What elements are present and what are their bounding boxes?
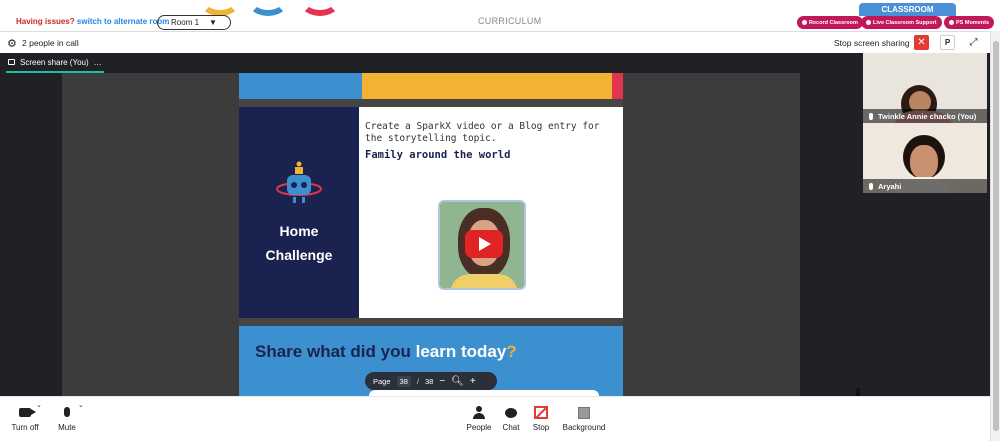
people-icon xyxy=(463,403,495,423)
background-button[interactable]: Background xyxy=(559,397,609,442)
challenge-topic: Family around the world xyxy=(365,149,511,161)
page-separator: / xyxy=(416,376,419,386)
background-icon xyxy=(559,403,609,423)
scrollbar-thumb[interactable] xyxy=(993,41,999,431)
video-thumbnail[interactable] xyxy=(438,200,526,290)
stage-tabstrip: Screen share (You) … xyxy=(0,53,863,73)
alternate-room-link[interactable]: switch to alternate room xyxy=(77,17,169,26)
chevron-down-icon: ▼ xyxy=(209,18,217,27)
record-icon xyxy=(802,20,807,25)
chevron-down-icon[interactable]: ⌄ xyxy=(78,401,84,409)
ps-moments-button[interactable]: PS Moments xyxy=(944,16,995,29)
people-count: 2 people in call xyxy=(22,38,79,48)
p-button[interactable]: P xyxy=(940,35,955,50)
challenge-content: Create a SparkX video or a Blog entry fo… xyxy=(359,107,623,318)
record-classroom-label: Record Classroom xyxy=(809,19,858,26)
people-button[interactable]: People xyxy=(463,397,495,442)
turn-off-label: Turn off xyxy=(11,423,39,432)
participant-tile[interactable]: Twinkle Annie chacko (You) xyxy=(863,53,987,123)
gear-icon[interactable]: ⚙ xyxy=(7,37,17,50)
slide-home-challenge: Home Challenge Create a SparkX video or … xyxy=(239,107,623,318)
moments-icon xyxy=(949,20,954,25)
home-challenge-panel: Home Challenge xyxy=(239,107,359,318)
page-label: Page xyxy=(373,376,391,386)
slide-color-band xyxy=(239,73,362,99)
decorative-arc xyxy=(300,0,340,16)
mic-icon xyxy=(54,403,80,423)
avatar-face xyxy=(910,145,938,179)
stop-label: Stop xyxy=(532,423,550,432)
stop-sharing-close-button[interactable]: ✕ xyxy=(914,35,929,50)
zoom-out-button[interactable]: − xyxy=(439,376,445,387)
ps-moments-label: PS Moments xyxy=(956,19,990,26)
controls-bar: Turn off ⌄ Mute ⌄ People Chat Stop Backg… xyxy=(0,396,990,441)
share-heading-question-mark: ? xyxy=(506,342,517,361)
video-stage: Screen share (You) … Home Challenge Crea… xyxy=(0,53,990,410)
support-icon xyxy=(866,20,871,25)
mic-icon xyxy=(869,182,873,190)
participant-name-label: Aryahi xyxy=(863,179,987,193)
mic-icon xyxy=(869,112,873,120)
screen-share-icon xyxy=(8,59,15,65)
classroom-tab[interactable]: CLASSROOM xyxy=(859,3,956,16)
record-classroom-button[interactable]: Record Classroom xyxy=(797,16,863,29)
challenge-task: Create a SparkX video or a Blog entry fo… xyxy=(365,121,600,144)
page-navigator: Page 38 / 38 − 🔍︎ + xyxy=(365,372,497,390)
shared-screen: Home Challenge Create a SparkX video or … xyxy=(62,73,860,410)
share-learning-heading: Share what did you learn today? xyxy=(255,342,517,362)
chat-label: Chat xyxy=(502,423,520,432)
participant-name: Aryahi xyxy=(878,181,902,191)
play-icon[interactable] xyxy=(465,230,503,258)
people-label: People xyxy=(466,423,492,432)
zoom-icon[interactable]: 🔍︎ xyxy=(451,376,464,387)
chevron-down-icon[interactable]: ⌄ xyxy=(36,401,42,409)
share-heading-prefix: Share what did you xyxy=(255,342,416,361)
live-support-label: Live Classroom Support xyxy=(873,19,937,26)
mute-button[interactable]: Mute xyxy=(54,397,80,442)
thumbnail-wave xyxy=(440,288,526,290)
chat-icon xyxy=(498,403,524,423)
slide-color-band xyxy=(362,73,612,99)
live-support-button[interactable]: Live Classroom Support xyxy=(861,16,942,29)
home-challenge-line1: Home xyxy=(279,223,319,239)
room-select-value: Room 1 xyxy=(171,18,200,27)
tab-screen-share-label: Screen share (You) xyxy=(20,57,89,67)
page-total: 38 xyxy=(424,376,434,386)
decorative-arc xyxy=(248,0,288,16)
more-options-icon[interactable]: … xyxy=(94,58,102,67)
home-challenge-title: Home Challenge xyxy=(239,219,359,267)
issues-notice: Having issues? switch to alternate room xyxy=(16,17,169,26)
mute-label: Mute xyxy=(58,423,76,432)
stop-screen-sharing-label[interactable]: Stop screen sharing xyxy=(834,38,910,48)
curriculum-title[interactable]: CURRICULUM xyxy=(478,16,542,26)
share-heading-highlight: learn today xyxy=(415,342,507,361)
page-scrollbar[interactable] xyxy=(990,31,1000,441)
slide-color-band xyxy=(612,73,623,99)
issues-text: Having issues? xyxy=(16,17,75,26)
participant-tile[interactable]: Aryahi xyxy=(863,123,987,193)
top-bar: Having issues? switch to alternate room … xyxy=(0,0,1000,31)
stop-share-button[interactable]: Stop xyxy=(528,397,554,442)
participant-name: Twinkle Annie chacko (You) xyxy=(878,111,977,121)
chat-button[interactable]: Chat xyxy=(498,397,524,442)
room-select[interactable]: Room 1 ▼ xyxy=(157,15,231,30)
background-label: Background xyxy=(562,423,606,432)
expand-icon[interactable]: ⤢ xyxy=(966,35,981,50)
stop-share-icon xyxy=(528,403,554,423)
zoom-in-button[interactable]: + xyxy=(470,376,476,387)
robot-icon xyxy=(276,161,322,203)
home-challenge-line2: Challenge xyxy=(265,247,333,263)
call-bar: ⚙ 2 people in call Stop screen sharing ✕… xyxy=(0,31,990,53)
shared-document[interactable]: Home Challenge Create a SparkX video or … xyxy=(239,73,623,396)
slide-previous xyxy=(239,73,623,99)
decorative-arc xyxy=(200,0,240,16)
participant-name-label: Twinkle Annie chacko (You) xyxy=(863,109,987,123)
page-number-input[interactable]: 38 xyxy=(396,375,411,387)
tab-screen-share[interactable]: Screen share (You) … xyxy=(6,53,104,73)
